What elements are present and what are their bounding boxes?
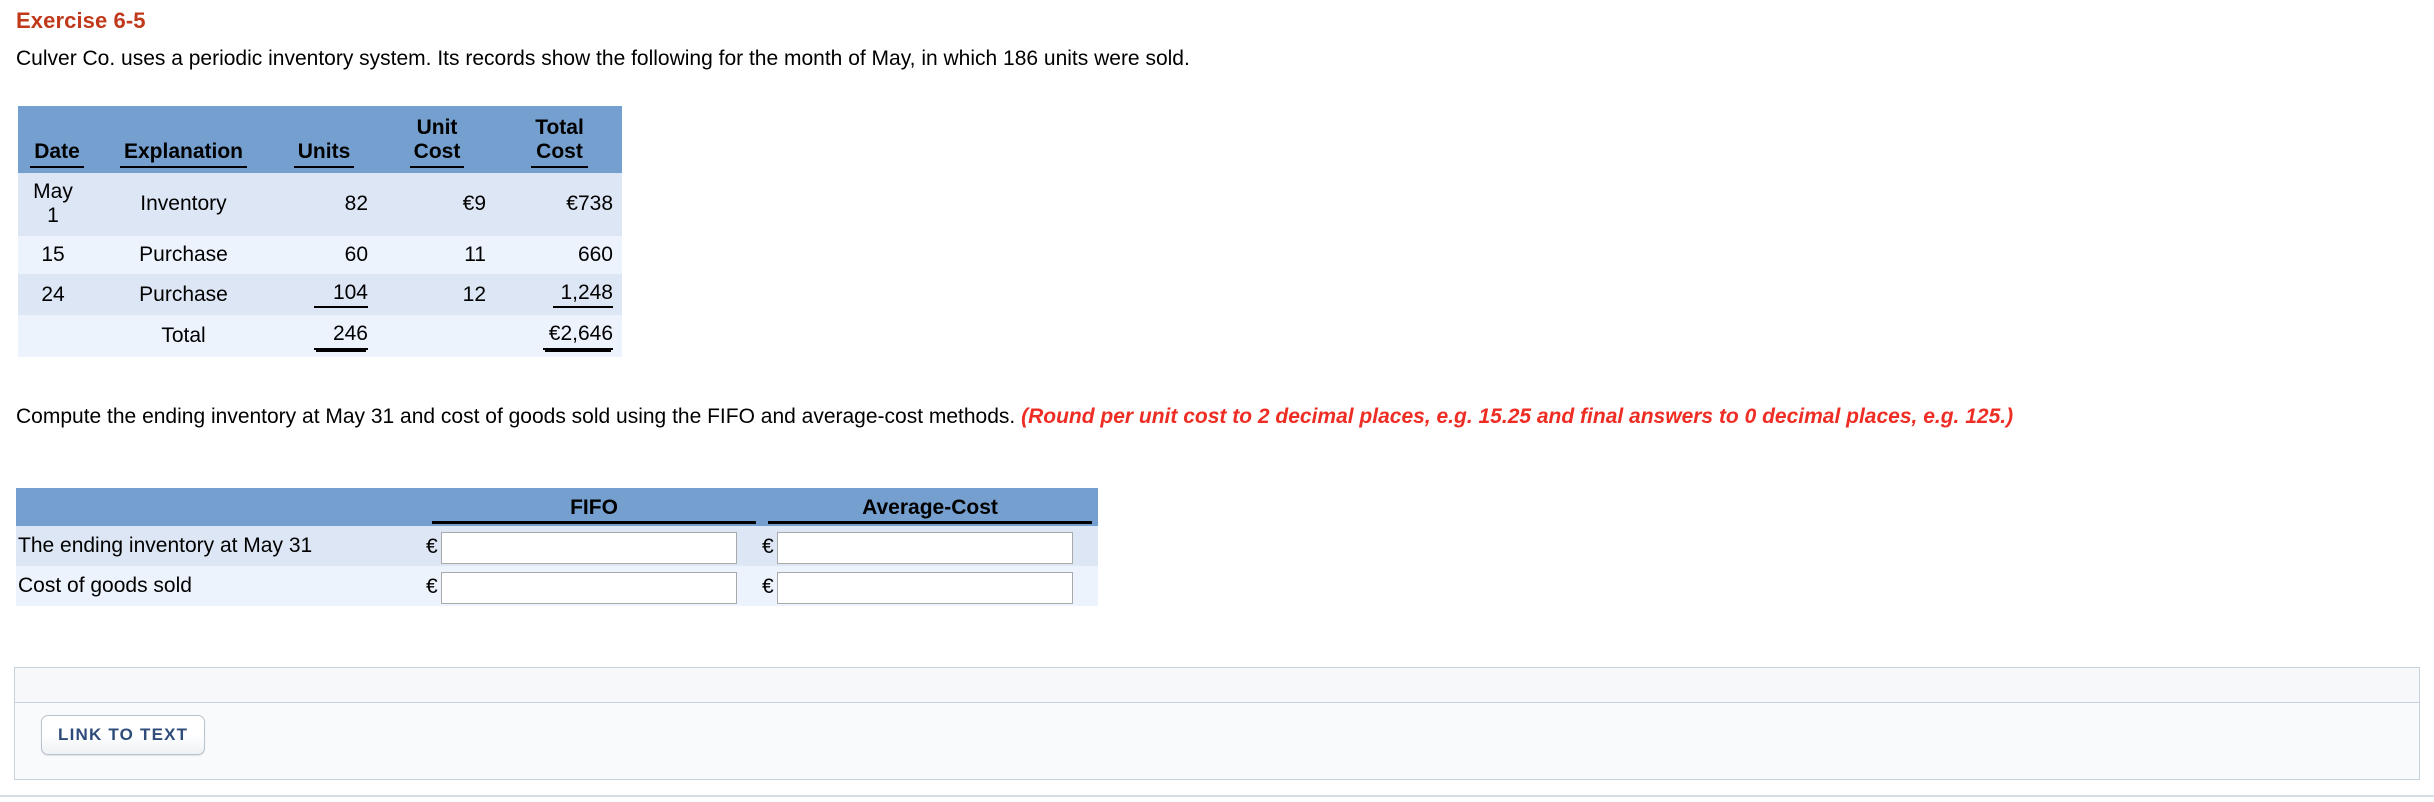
- answer-row-ending-inventory: The ending inventory at May 31 € €: [16, 526, 1098, 566]
- table-row: May 1 Inventory 82 €9 €738: [18, 173, 622, 236]
- cell-units-value: 82: [344, 192, 368, 216]
- cell-total-cost-value: 1,248: [553, 281, 613, 309]
- link-to-text-button[interactable]: LINK TO TEXT: [41, 715, 206, 755]
- cell-explanation: Purchase: [96, 274, 271, 316]
- table-row: 15 Purchase 60 11 660: [18, 235, 622, 275]
- inventory-table-head: Date Explanation Units Unit Cost Total Cos…: [18, 106, 622, 174]
- total-cost-line-1: Total: [535, 116, 584, 139]
- cell-unit-cost-value: 12: [462, 282, 486, 306]
- answer-row-label: Cost of goods sold: [16, 566, 426, 606]
- inventory-header-row: Date Explanation Units Unit Cost Total Cos…: [18, 106, 622, 174]
- field-wrap-avg-cogs: €: [762, 572, 1092, 604]
- cell-date-line-1: May: [33, 180, 73, 204]
- compute-instruction-note: (Round per unit cost to 2 decimal places…: [1021, 405, 2014, 428]
- unit-cost-line-1: Unit: [416, 116, 458, 139]
- answer-cell-fifo: €: [426, 526, 762, 566]
- column-header-unit-cost-label: Unit Cost: [409, 116, 465, 169]
- cell-units: 104: [271, 274, 377, 316]
- cell-unit-cost-value: 11: [464, 242, 486, 266]
- field-wrap-avg-ending-inventory: €: [762, 532, 1092, 564]
- answer-table-body: The ending inventory at May 31 € € Cost …: [16, 526, 1098, 606]
- cell-total-total-cost-value: €2,646: [542, 322, 613, 350]
- cell-total-cost-value: 660: [577, 242, 613, 266]
- cell-units-value: 60: [344, 242, 368, 266]
- cell-total-units: 246: [271, 315, 377, 357]
- cell-date-line-2: 1: [47, 204, 59, 228]
- cell-total-unit-cost: [377, 315, 497, 357]
- cell-total-cost-value: €738: [566, 192, 613, 216]
- column-header-date: Date: [18, 106, 96, 174]
- cell-unit-cost-value: €9: [462, 192, 486, 216]
- cell-units: 60: [271, 235, 377, 275]
- cell-date: May 1: [18, 173, 96, 236]
- compute-instruction: Compute the ending inventory at May 31 a…: [16, 402, 2416, 432]
- euro-symbol-icon: €: [762, 535, 774, 558]
- column-header-total-cost-label: Total Cost: [531, 116, 588, 169]
- column-header-date-label: Date: [30, 140, 84, 169]
- cell-explanation: Inventory: [96, 173, 271, 236]
- cell-total-cost: 1,248: [497, 274, 622, 316]
- euro-symbol-icon: €: [426, 535, 438, 558]
- field-wrap-fifo-cogs: €: [426, 572, 756, 604]
- input-fifo-ending-inventory[interactable]: [440, 532, 737, 564]
- cell-date: 15: [18, 235, 96, 275]
- cell-explanation: Purchase: [96, 235, 271, 275]
- cell-date-empty: [18, 315, 96, 357]
- cell-total-units-value: 246: [314, 322, 368, 350]
- link-panel-top-strip: [15, 668, 2419, 703]
- inventory-table: Date Explanation Units Unit Cost Total Cos…: [18, 106, 622, 357]
- cell-units: 82: [271, 173, 377, 236]
- cell-unit-cost: 12: [377, 274, 497, 316]
- field-wrap-fifo-ending-inventory: €: [426, 532, 756, 564]
- cell-total-cost: €738: [497, 173, 622, 236]
- column-header-unit-cost: Unit Cost: [377, 106, 497, 174]
- cell-total-total-cost: €2,646: [497, 315, 622, 357]
- cell-total-label: Total: [96, 315, 271, 357]
- table-row-total: Total 246 €2,646: [18, 315, 622, 357]
- answer-column-header-average-cost-label: Average-Cost: [768, 496, 1092, 524]
- bottom-divider: [0, 795, 2434, 797]
- cell-date: 24: [18, 274, 96, 316]
- column-header-units: Units: [271, 106, 377, 174]
- column-header-total-cost: Total Cost: [497, 106, 622, 174]
- cell-total-cost: 660: [497, 235, 622, 275]
- answer-row-label: The ending inventory at May 31: [16, 526, 426, 566]
- answer-row-cost-of-goods-sold: Cost of goods sold € €: [16, 566, 1098, 606]
- answer-cell-average-cost: €: [762, 526, 1098, 566]
- input-fifo-cost-of-goods-sold[interactable]: [440, 572, 737, 604]
- total-cost-line-2: Cost: [536, 139, 583, 163]
- cell-unit-cost: €9: [377, 173, 497, 236]
- answer-cell-average-cost: €: [762, 566, 1098, 606]
- table-row: 24 Purchase 104 12 1,248: [18, 274, 622, 316]
- answer-column-header-fifo: FIFO: [426, 488, 762, 526]
- unit-cost-line-2: Cost: [413, 139, 461, 163]
- cell-units-value: 104: [314, 281, 368, 309]
- answer-header-row: FIFO Average-Cost: [16, 488, 1098, 526]
- column-header-explanation: Explanation: [96, 106, 271, 174]
- input-average-cost-ending-inventory[interactable]: [776, 532, 1073, 564]
- answer-column-header-blank: [16, 488, 426, 526]
- exercise-page: Exercise 6-5 Culver Co. uses a periodic …: [0, 0, 2434, 802]
- euro-symbol-icon: €: [762, 575, 774, 598]
- link-to-text-panel: LINK TO TEXT: [14, 667, 2420, 780]
- page-title: Exercise 6-5: [16, 8, 146, 33]
- answer-table-head: FIFO Average-Cost: [16, 488, 1098, 526]
- column-header-units-label: Units: [293, 140, 355, 169]
- answer-column-header-fifo-label: FIFO: [432, 496, 756, 524]
- euro-symbol-icon: €: [426, 575, 438, 598]
- link-panel-body: LINK TO TEXT: [15, 703, 2419, 779]
- answer-cell-fifo: €: [426, 566, 762, 606]
- cell-unit-cost: 11: [377, 235, 497, 275]
- answer-column-header-average-cost: Average-Cost: [762, 488, 1098, 526]
- input-average-cost-cost-of-goods-sold[interactable]: [776, 572, 1073, 604]
- compute-instruction-black: Compute the ending inventory at May 31 a…: [16, 405, 1022, 428]
- inventory-table-body: May 1 Inventory 82 €9 €738 15 Purchase 60…: [18, 173, 622, 357]
- answer-table: FIFO Average-Cost The ending inventory a…: [16, 488, 1098, 606]
- column-header-explanation-label: Explanation: [119, 140, 248, 169]
- intro-paragraph: Culver Co. uses a periodic inventory sys…: [16, 47, 1190, 70]
